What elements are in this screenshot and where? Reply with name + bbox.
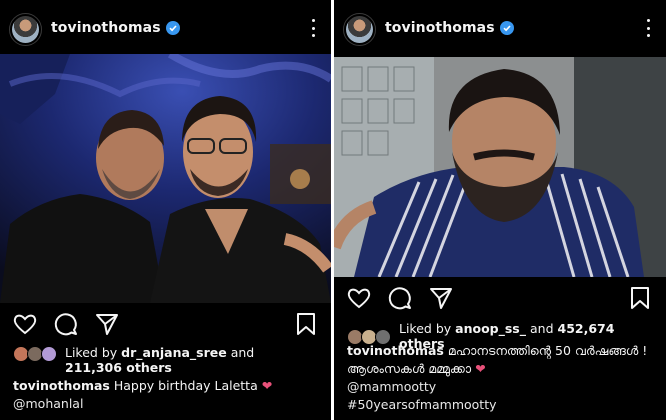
and-label: and (230, 345, 255, 360)
caption-text: Happy birthday Laletta (113, 378, 258, 393)
more-options-icon[interactable] (310, 19, 316, 37)
caption-mention[interactable]: @mohanlal (13, 395, 318, 413)
more-options-icon[interactable] (645, 19, 651, 37)
caption-username[interactable]: tovinothomas (13, 378, 110, 393)
heart-icon[interactable] (12, 311, 38, 337)
bookmark-icon[interactable] (627, 285, 653, 311)
bookmark-icon[interactable] (293, 311, 319, 337)
avatar[interactable] (343, 13, 376, 46)
heart-emoji: ❤ (475, 361, 486, 376)
photo-man-portrait-illustration (334, 57, 666, 277)
post-header: tovinothomas (334, 0, 666, 56)
liked-by-label: Liked by (65, 345, 118, 360)
post-caption: tovinothomas Happy birthday Laletta ❤ @m… (13, 377, 318, 413)
post-actions (0, 311, 331, 339)
share-icon[interactable] (94, 311, 120, 337)
heart-emoji: ❤ (261, 378, 273, 393)
verified-badge-icon (165, 21, 180, 35)
avatar[interactable] (9, 13, 42, 46)
comment-icon[interactable] (53, 311, 79, 337)
caption-text-line2: ആശംസകൾ മമ്മുക്കാ (347, 361, 472, 376)
liked-by-user[interactable]: dr_anjana_sree (121, 345, 227, 360)
post-header: tovinothomas (0, 0, 331, 56)
verified-badge-icon (499, 21, 514, 35)
post-photo[interactable] (334, 57, 666, 277)
liker-avatars (13, 346, 61, 362)
likes-summary[interactable]: Liked by dr_anjana_sree and 211,306 othe… (13, 345, 313, 375)
liked-others-count[interactable]: 211,306 others (65, 360, 172, 375)
username-text: tovinothomas (385, 20, 495, 36)
caption-mention[interactable]: @mammootty (347, 378, 657, 396)
post-actions (334, 285, 666, 313)
heart-icon[interactable] (346, 285, 372, 311)
username-link[interactable]: tovinothomas (385, 20, 514, 36)
liked-by-label: Liked by (399, 321, 452, 336)
caption-username[interactable]: tovinothomas (347, 343, 444, 358)
username-link[interactable]: tovinothomas (51, 20, 180, 36)
post-right: tovinothomas Liked by anoop_ss_ and 452,… (334, 0, 666, 420)
comment-icon[interactable] (387, 285, 413, 311)
and-label: and (529, 321, 554, 336)
username-text: tovinothomas (51, 20, 161, 36)
caption-hashtag[interactable]: #50yearsofmammootty (347, 396, 657, 414)
post-photo[interactable] (0, 54, 331, 303)
post-left: tovinothomas Liked by dr_anjana_sree and… (0, 0, 331, 420)
share-icon[interactable] (428, 285, 454, 311)
photo-two-men-illustration (0, 54, 331, 303)
post-caption: tovinothomas മഹാനടനത്തിന്റെ 50 വർഷങ്ങൾ !… (347, 342, 657, 414)
liked-by-user[interactable]: anoop_ss_ (455, 321, 526, 336)
caption-text: മഹാനടനത്തിന്റെ 50 വർഷങ്ങൾ ! (447, 343, 648, 358)
